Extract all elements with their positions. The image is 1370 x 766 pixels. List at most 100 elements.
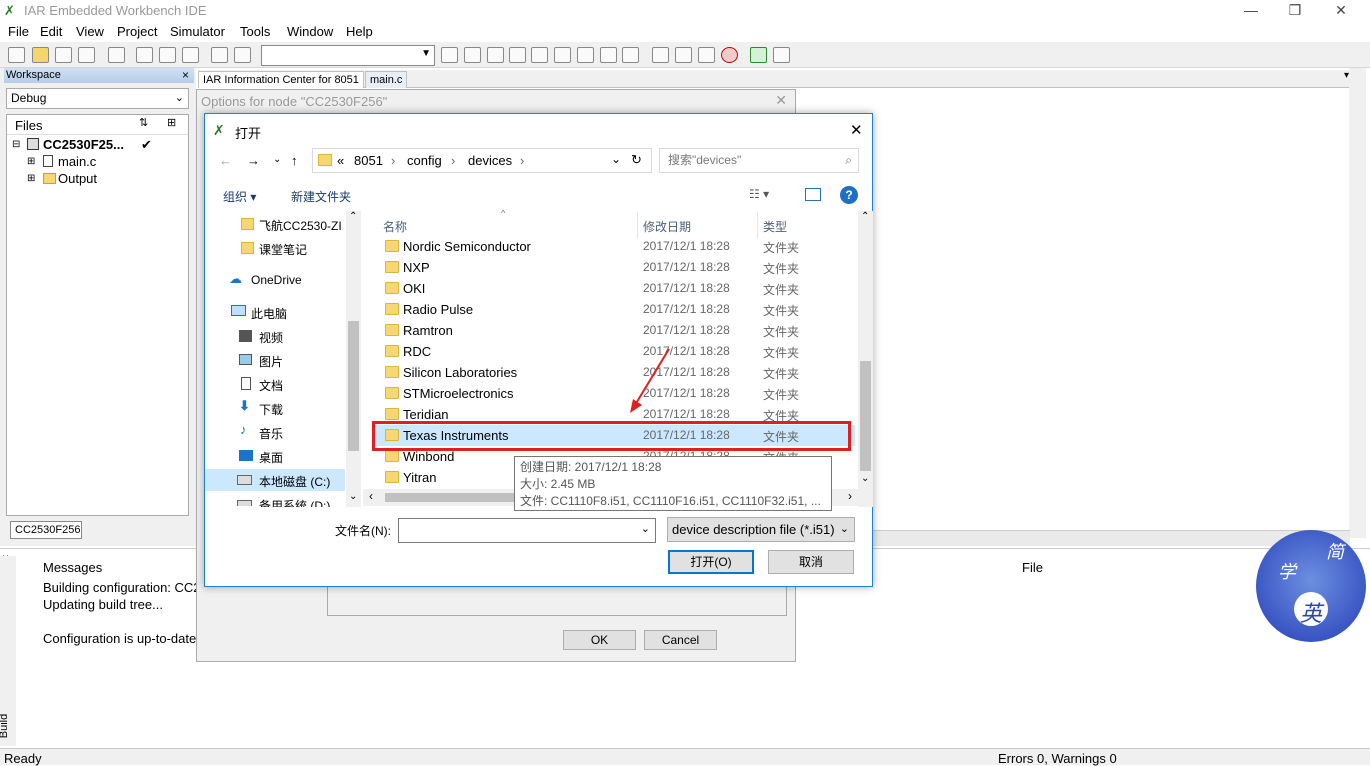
nav-item-drive-d[interactable]: 备用系统 (D:): [259, 497, 330, 507]
menu-simulator[interactable]: Simulator: [170, 24, 225, 39]
column-date[interactable]: 修改日期: [643, 218, 691, 235]
list-item[interactable]: OKI 2017/12/1 18:28 文件夹: [375, 278, 855, 299]
filename-input[interactable]: ⌄: [398, 518, 656, 543]
nav-item-music[interactable]: 音乐: [259, 425, 283, 442]
breadcrumb-config[interactable]: config: [407, 153, 442, 168]
debug-no-download-icon[interactable]: [773, 47, 790, 63]
organize-button[interactable]: 组织 ▾: [223, 188, 256, 205]
menu-help[interactable]: Help: [346, 24, 373, 39]
cancel-button[interactable]: 取消: [768, 550, 854, 574]
close-button[interactable]: ✕: [1318, 0, 1364, 22]
list-item[interactable]: Radio Pulse 2017/12/1 18:28 文件夹: [375, 299, 855, 320]
nav-item-desktop[interactable]: 桌面: [259, 449, 283, 466]
search-input[interactable]: 搜索"devices" ⌕: [659, 148, 859, 173]
scroll-thumb[interactable]: [385, 493, 525, 502]
compile-icon[interactable]: [652, 47, 669, 63]
open-folder-icon[interactable]: [32, 47, 49, 63]
restore-button[interactable]: ❐: [1272, 0, 1318, 22]
copy-icon[interactable]: [159, 47, 176, 63]
debug-icon[interactable]: [750, 47, 767, 63]
find-next-icon[interactable]: [464, 47, 481, 63]
nav-scrollbar[interactable]: ⌃ ⌄: [346, 211, 361, 507]
tree-item-output[interactable]: Output: [58, 171, 97, 186]
menu-tools[interactable]: Tools: [240, 24, 270, 39]
back-icon[interactable]: ←: [219, 153, 232, 168]
find-icon[interactable]: [441, 47, 458, 63]
up-icon[interactable]: ↑: [291, 153, 298, 168]
nav-item-notes[interactable]: 课堂笔记: [259, 241, 307, 258]
tab-main-c[interactable]: main.c: [365, 71, 408, 88]
list-item[interactable]: RDC 2017/12/1 18:28 文件夹: [375, 341, 855, 362]
nav-item-this-pc[interactable]: 此电脑: [251, 305, 287, 322]
menu-project[interactable]: Project: [117, 24, 157, 39]
stop-build-icon[interactable]: [698, 47, 715, 63]
breadcrumb-8051[interactable]: 8051: [354, 153, 383, 168]
scroll-left-icon[interactable]: ‹: [369, 489, 373, 503]
expand-icon[interactable]: ⊞: [27, 156, 35, 167]
sort-icon[interactable]: ⇅: [139, 116, 148, 129]
help-icon[interactable]: ?: [840, 186, 858, 204]
options-icon[interactable]: ⊞: [167, 116, 176, 129]
cancel-button[interactable]: Cancel: [644, 630, 717, 650]
list-item[interactable]: STMicroelectronics 2017/12/1 18:28 文件夹: [375, 383, 855, 404]
chevron-down-icon[interactable]: ⌄: [641, 522, 650, 535]
list-scrollbar[interactable]: ⌃ ⌄: [858, 211, 873, 507]
nav-item-onedrive[interactable]: OneDrive: [251, 273, 302, 287]
cut-icon[interactable]: [136, 47, 153, 63]
nav-item-pictures[interactable]: 图片: [259, 353, 283, 370]
menu-edit[interactable]: Edit: [40, 24, 62, 39]
nav-item-drive-c[interactable]: 本地磁盘 (C:): [259, 473, 330, 490]
new-folder-button[interactable]: 新建文件夹: [291, 188, 351, 205]
tree-item-main-c[interactable]: main.c: [58, 154, 96, 169]
scroll-down-icon[interactable]: ⌄: [861, 473, 869, 484]
workspace-tab[interactable]: CC2530F256: [10, 521, 82, 539]
preview-pane-icon[interactable]: [805, 188, 821, 201]
new-file-icon[interactable]: [8, 47, 25, 63]
chevron-down-icon[interactable]: ⌄: [611, 152, 621, 166]
menu-view[interactable]: View: [76, 24, 104, 39]
nav-item-videos[interactable]: 视频: [259, 329, 283, 346]
goto-icon[interactable]: [531, 47, 548, 63]
save-all-icon[interactable]: [78, 47, 95, 63]
project-node[interactable]: CC2530F25...: [43, 137, 124, 152]
list-item[interactable]: Nordic Semiconductor 2017/12/1 18:28 文件夹: [375, 236, 855, 257]
save-icon[interactable]: [55, 47, 72, 63]
print-icon[interactable]: [108, 47, 125, 63]
expand-icon[interactable]: ⊞: [27, 173, 35, 184]
collapse-icon[interactable]: ⊟: [12, 139, 20, 150]
list-item[interactable]: Ramtron 2017/12/1 18:28 文件夹: [375, 320, 855, 341]
build-tab[interactable]: Build: [0, 714, 10, 738]
scroll-up-icon[interactable]: ⌃: [349, 211, 357, 222]
scroll-down-icon[interactable]: ⌄: [349, 491, 357, 502]
nav-item-downloads[interactable]: 下载: [259, 401, 283, 418]
undo-icon[interactable]: [211, 47, 228, 63]
editor-horizontal-scrollbar[interactable]: [790, 530, 1350, 546]
tab-info-center[interactable]: IAR Information Center for 8051: [198, 71, 364, 88]
breakpoint-icon[interactable]: [721, 47, 738, 63]
view-options-icon[interactable]: ☷ ▾: [749, 187, 769, 201]
make-icon[interactable]: [675, 47, 692, 63]
address-bar[interactable]: « 8051 › config › devices › ⌄ ↻: [312, 148, 652, 173]
scroll-thumb[interactable]: [860, 361, 871, 471]
refresh-icon[interactable]: ↻: [631, 152, 642, 168]
list-item[interactable]: Silicon Laboratories 2017/12/1 18:28 文件夹: [375, 362, 855, 383]
breadcrumb-overflow[interactable]: «: [337, 153, 344, 168]
close-icon[interactable]: ✕: [850, 121, 863, 139]
find-prev-icon[interactable]: [487, 47, 504, 63]
next-bookmark-icon[interactable]: [577, 47, 594, 63]
paste-icon[interactable]: [182, 47, 199, 63]
bookmark-icon[interactable]: [554, 47, 571, 63]
replace-icon[interactable]: [509, 47, 526, 63]
list-item[interactable]: NXP 2017/12/1 18:28 文件夹: [375, 257, 855, 278]
forward-icon[interactable]: →: [247, 153, 260, 168]
nav-item-documents[interactable]: 文档: [259, 377, 283, 394]
menu-window[interactable]: Window: [287, 24, 333, 39]
editor-vertical-scrollbar[interactable]: [1349, 68, 1366, 538]
ok-button[interactable]: OK: [563, 630, 636, 650]
configuration-select[interactable]: Debug ⌄: [6, 88, 189, 109]
redo-icon[interactable]: [234, 47, 251, 63]
close-icon[interactable]: ✕: [775, 92, 787, 109]
breadcrumb-devices[interactable]: devices: [468, 153, 512, 168]
find-combo[interactable]: ▼: [261, 45, 435, 66]
prev-bookmark-icon[interactable]: [600, 47, 617, 63]
